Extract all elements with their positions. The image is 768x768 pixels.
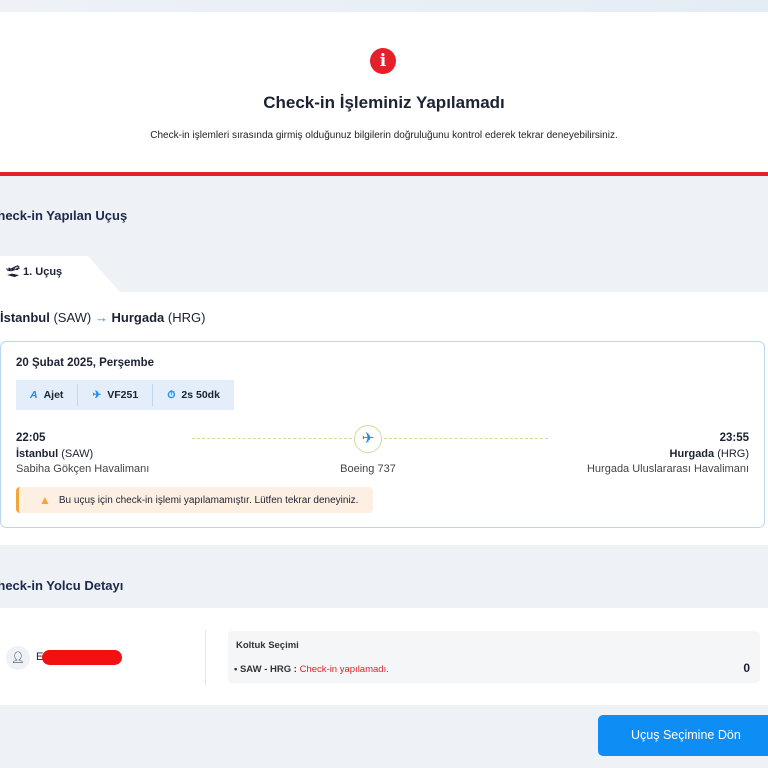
flight-number-chip: ✈ VF251: [78, 384, 154, 406]
arrival-airport: Hurgada Uluslararası Havalimanı: [586, 463, 749, 475]
user-icon: 👤︎: [6, 646, 30, 670]
duration-chip: ⏱ 2s 50dk: [167, 388, 220, 402]
route-heading: İstanbul (SAW) → Hurgada (HRG): [0, 310, 206, 325]
arrival-time: 23:55: [719, 432, 749, 444]
route-line: [384, 438, 548, 439]
airline-chip: A Ajet: [16, 384, 79, 406]
seat-title: Koltuk Seçimi: [236, 640, 299, 651]
seat-selection-box: Koltuk Seçimi • SAW - HRG : Check-in yap…: [228, 631, 760, 683]
departure-airport: Sabiha Gökçen Havalimanı: [16, 463, 150, 475]
plane-icon: ✈: [354, 425, 382, 453]
plane-icon: ✈: [92, 389, 102, 401]
airline-logo-icon: A: [30, 389, 38, 401]
flight-info-chips: A Ajet ✈ VF251 ⏱ 2s 50dk: [16, 380, 234, 410]
tab-flight-1[interactable]: 🛫︎ 1. Uçuş: [0, 256, 120, 292]
arrival-city: Hurgada (HRG): [669, 448, 749, 460]
tab-label: 1. Uçuş: [23, 266, 63, 278]
seat-status: • SAW - HRG : Check-in yapılamadı.: [234, 664, 389, 675]
page-title: Check-in İşleminiz Yapılamadı: [263, 93, 505, 112]
stopwatch-icon: ⏱: [167, 388, 176, 401]
info-icon: i: [370, 48, 396, 74]
redaction-mark: [42, 650, 122, 665]
departure-time: 22:05: [16, 432, 46, 444]
divider: [205, 630, 206, 686]
top-strip: [0, 0, 768, 12]
seat-price: 0: [743, 661, 750, 675]
passenger-section-title: Check-in Yolcu Detayı: [0, 578, 124, 593]
departure-plane-icon: 🛫︎: [6, 266, 20, 278]
error-subtitle: Check-in işlemleri sırasında girmiş oldu…: [150, 130, 618, 141]
aircraft-type: Boeing 737: [340, 463, 396, 475]
flight-date: 20 Şubat 2025, Perşembe: [16, 357, 155, 369]
departure-city: İstanbul (SAW): [16, 448, 94, 460]
arrow-right-icon: →: [94, 310, 108, 325]
checkin-warning: ▲ Bu uçuş için check-in işlemi yapılamamı…: [16, 487, 373, 513]
back-to-flight-selection-button[interactable]: Uçuş Seçimine Dön: [598, 715, 768, 756]
flight-section-title: Check-in Yapılan Uçuş: [0, 208, 128, 223]
warning-icon: ▲: [39, 493, 51, 507]
route-line: [192, 438, 352, 439]
